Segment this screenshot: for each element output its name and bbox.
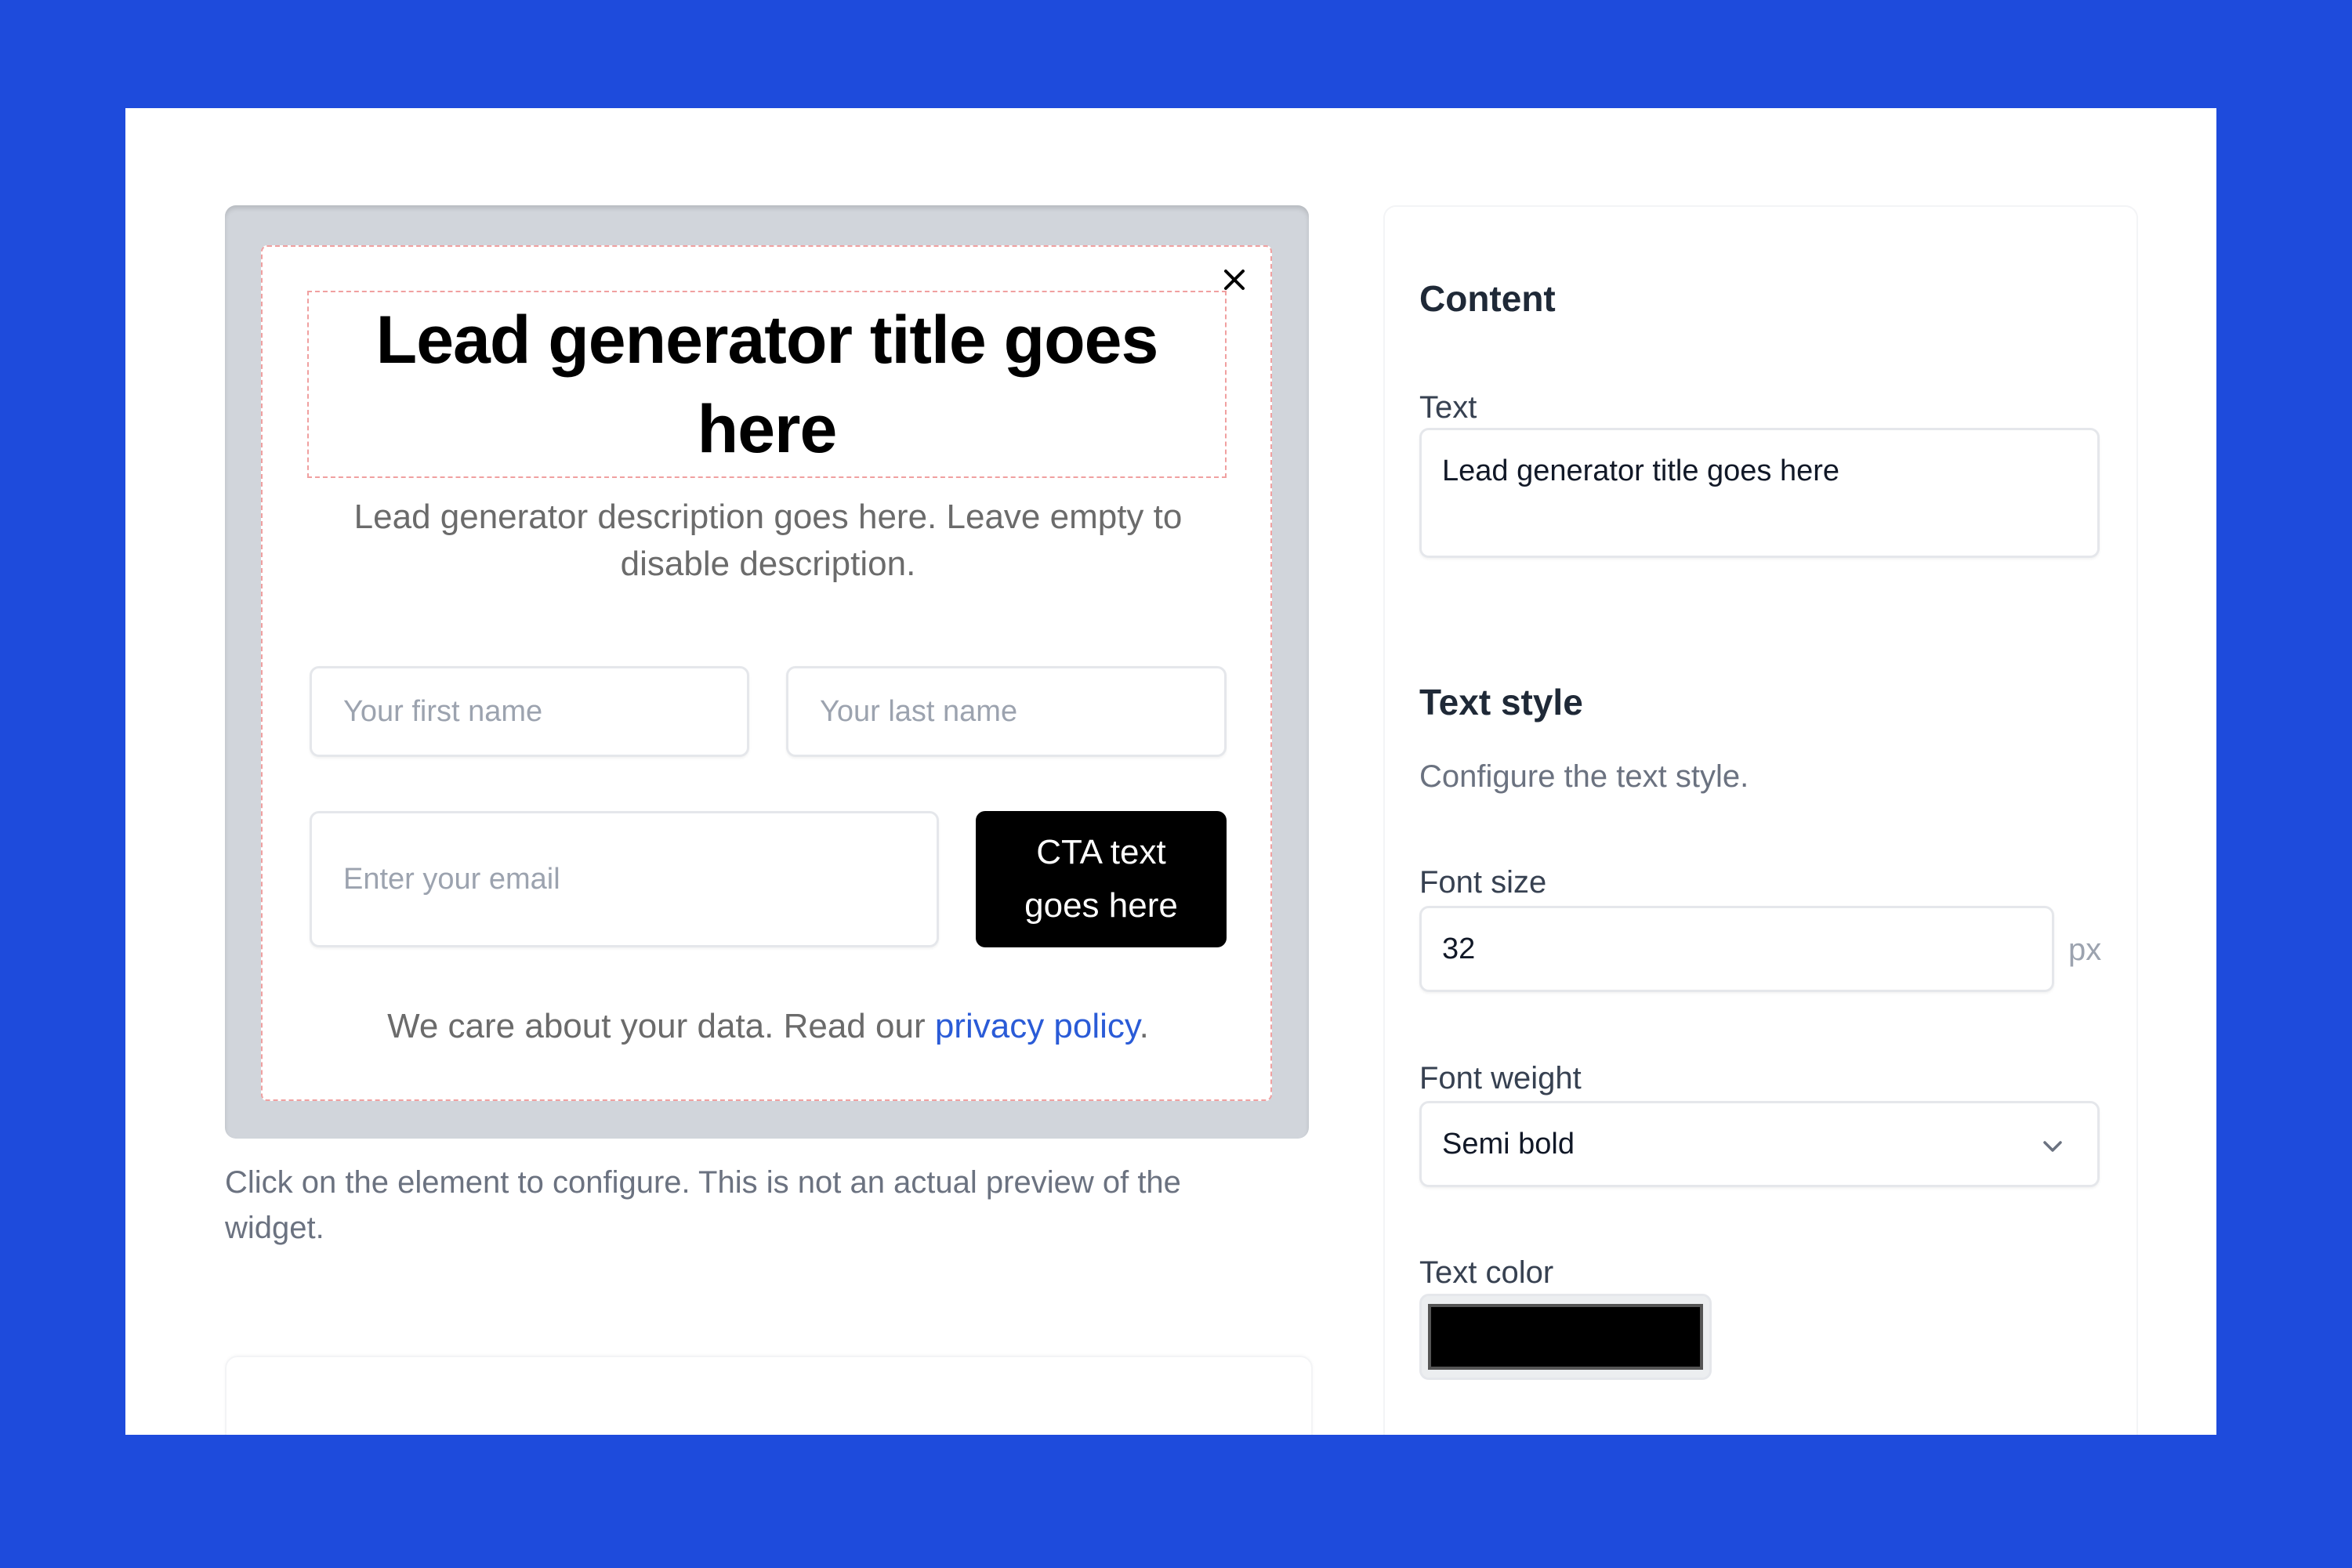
- text-color-label: Text color: [1419, 1255, 1554, 1290]
- privacy-notice[interactable]: We care about your data. Read our privac…: [310, 1007, 1227, 1046]
- email-placeholder: Enter your email: [343, 862, 560, 896]
- widget-description[interactable]: Lead generator description goes here. Le…: [310, 494, 1227, 588]
- email-input[interactable]: Enter your email: [310, 811, 939, 947]
- text-style-description: Configure the text style.: [1419, 759, 1749, 794]
- first-name-input[interactable]: Your first name: [310, 666, 749, 757]
- last-name-placeholder: Your last name: [820, 694, 1018, 728]
- chevron-down-icon: [2043, 1141, 2062, 1152]
- first-name-placeholder: Your first name: [343, 694, 543, 728]
- font-size-unit: px: [2068, 932, 2102, 967]
- widget-container[interactable]: Lead generator title goes here Lead gene…: [261, 245, 1272, 1101]
- privacy-text: We care about your data. Read our: [387, 1007, 935, 1045]
- text-style-section-title: Text style: [1419, 682, 1583, 722]
- editor-card: Lead generator title goes here Lead gene…: [125, 108, 2216, 1435]
- text-label: Text: [1419, 390, 1477, 425]
- font-weight-label: Font weight: [1419, 1061, 1582, 1095]
- widget-preview-panel: Lead generator title goes here Lead gene…: [225, 205, 1309, 1139]
- widget-title-element[interactable]: Lead generator title goes here: [307, 291, 1227, 478]
- font-size-value: 32: [1442, 932, 1476, 965]
- privacy-suffix: .: [1139, 1007, 1149, 1045]
- text-color-picker[interactable]: [1419, 1294, 1712, 1380]
- cta-button[interactable]: CTA text goes here: [976, 811, 1227, 947]
- content-section-title: Content: [1419, 278, 1556, 319]
- font-size-input[interactable]: 32: [1419, 906, 2054, 992]
- font-size-label: Font size: [1419, 865, 1547, 900]
- text-textarea[interactable]: Lead generator title goes here: [1419, 428, 2100, 558]
- last-name-input[interactable]: Your last name: [786, 666, 1227, 757]
- font-weight-value: Semi bold: [1442, 1127, 1575, 1161]
- privacy-policy-link[interactable]: privacy policy: [935, 1007, 1140, 1045]
- cta-label: CTA text goes here: [1024, 833, 1178, 925]
- widget-title: Lead generator title goes here: [375, 302, 1159, 467]
- secondary-card: [225, 1356, 1313, 1435]
- font-weight-select[interactable]: Semi bold: [1419, 1101, 2100, 1187]
- text-color-swatch: [1428, 1304, 1703, 1370]
- helper-text: Click on the element to configure. This …: [225, 1165, 1181, 1245]
- settings-panel: Content Text Lead generator title goes h…: [1383, 205, 2138, 1435]
